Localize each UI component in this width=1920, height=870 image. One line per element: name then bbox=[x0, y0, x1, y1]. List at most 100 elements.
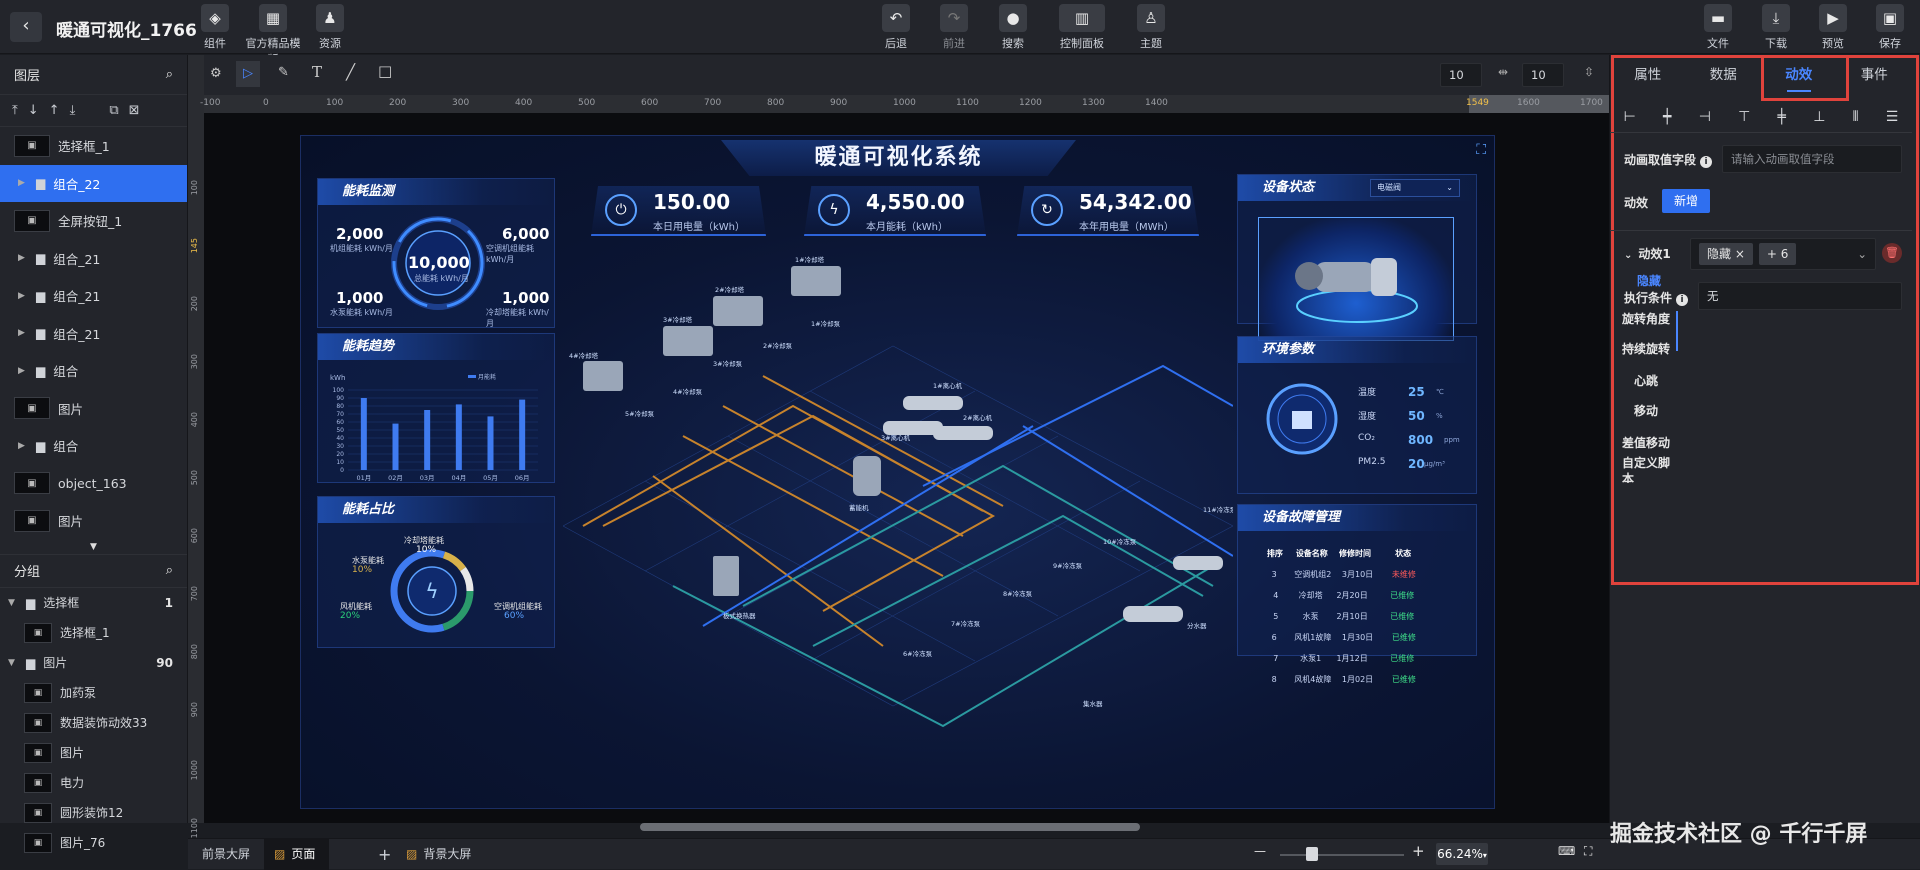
caret-right-icon[interactable]: ▶ bbox=[18, 441, 28, 451]
tag-hide[interactable]: 隐藏 × bbox=[1699, 243, 1753, 265]
group-item[interactable]: ▣ 圆形装饰12 bbox=[0, 798, 187, 828]
tab-data[interactable]: 数据 bbox=[1686, 55, 1762, 95]
align-bottom-icon[interactable]: ⊥ bbox=[1813, 109, 1825, 125]
zoom-out-icon[interactable]: — bbox=[1254, 844, 1266, 858]
layer-item[interactable]: ▣ 全屏按钮_1 bbox=[0, 202, 187, 240]
device-selection-frame[interactable] bbox=[1258, 217, 1454, 341]
caret-right-icon[interactable]: ▶ bbox=[18, 253, 28, 263]
tab-properties[interactable]: 属性 bbox=[1610, 55, 1686, 95]
control-panel-button[interactable]: ▥ 控制面板 bbox=[1052, 4, 1112, 51]
caret-right-icon[interactable]: ▶ bbox=[18, 178, 28, 188]
rect-tool-icon[interactable]: □ bbox=[378, 62, 392, 80]
layer-item[interactable]: ▶ ▆ 组合_21 bbox=[0, 315, 187, 353]
group-item[interactable]: ▣ 数据装饰动效33 bbox=[0, 708, 187, 738]
tab-background[interactable]: ▨ 背景大屏 bbox=[392, 839, 485, 870]
zoom-slider-handle[interactable] bbox=[1306, 847, 1318, 861]
move-down-icon[interactable]: ↓ bbox=[28, 103, 39, 118]
device-select[interactable]: 电磁阀 ⌄ bbox=[1370, 179, 1460, 197]
tab-events[interactable]: 事件 bbox=[1837, 55, 1913, 95]
align-left-icon[interactable]: ⊢ bbox=[1624, 109, 1636, 125]
condition-input[interactable]: 无 bbox=[1698, 282, 1902, 310]
tab-animation[interactable]: 动效 bbox=[1761, 55, 1849, 101]
layer-item[interactable]: ▶ ▆ 组合_22 bbox=[0, 164, 187, 202]
effect-option[interactable]: 自定义脚本 bbox=[1622, 455, 1670, 483]
keyboard-icon[interactable]: ⌨ bbox=[1558, 844, 1575, 858]
group-item[interactable]: ▣ 图片_76 bbox=[0, 828, 187, 858]
layer-item[interactable]: ▶ ▆ 组合 bbox=[0, 352, 187, 390]
caret-right-icon[interactable]: ▶ bbox=[18, 366, 28, 376]
resource-button[interactable]: ♟ 资源 bbox=[300, 4, 360, 51]
layer-item[interactable]: ▶ ▆ 组合_21 bbox=[0, 277, 187, 315]
settings-icon[interactable]: ⚙ bbox=[210, 66, 222, 81]
layer-item[interactable]: ▶ ▆ 组合_21 bbox=[0, 240, 187, 278]
add-effect-button[interactable]: 新增 bbox=[1662, 189, 1710, 213]
effect-option[interactable]: 隐藏 bbox=[1637, 272, 1661, 289]
table-row[interactable]: 7 水泵1 1月12日 已维修 bbox=[1254, 648, 1424, 669]
align-hcenter-icon[interactable]: ┿ bbox=[1663, 109, 1671, 125]
table-row[interactable]: 3 空调机组2 3月10日 未维修 bbox=[1254, 564, 1424, 585]
group-item[interactable]: ▣ 加药泵 bbox=[0, 678, 187, 708]
effect-option[interactable]: 旋转角度 bbox=[1622, 310, 1670, 327]
caret-right-icon[interactable]: ▶ bbox=[18, 291, 28, 301]
theme-button[interactable]: ♙ 主题 bbox=[1121, 4, 1181, 51]
zoom-slider[interactable] bbox=[1280, 854, 1404, 856]
line-tool-icon[interactable]: ╱ bbox=[346, 63, 355, 81]
group-icon[interactable]: ⧉ bbox=[109, 103, 118, 118]
preview-button[interactable]: ▶ 预览 bbox=[1803, 4, 1863, 51]
effect-option[interactable]: 持续旋转 bbox=[1622, 340, 1670, 357]
download-button[interactable]: ⤓ 下载 bbox=[1746, 4, 1806, 51]
height-input[interactable]: 10 bbox=[1522, 63, 1564, 87]
move-bottom-icon[interactable]: ⤓ bbox=[70, 103, 76, 118]
canvas[interactable]: 暖通可视化系统 ⛶ ⏻ 150.00 本日用电量（kWh） ϟ 4,550.00… bbox=[204, 113, 1609, 823]
tab-foreground[interactable]: 前景大屏 bbox=[188, 839, 264, 870]
search-button[interactable]: ● 搜索 bbox=[983, 4, 1043, 51]
effect-option[interactable]: 移动 bbox=[1634, 402, 1658, 419]
move-up-icon[interactable]: ↑ bbox=[49, 103, 60, 118]
align-top-icon[interactable]: ⊤ bbox=[1738, 109, 1750, 125]
vspace-icon[interactable]: ⇳ bbox=[1584, 65, 1594, 79]
layer-item[interactable]: ▣ 图片 bbox=[0, 502, 187, 540]
distribute-h-icon[interactable]: ⫴ bbox=[1853, 109, 1859, 125]
component-button[interactable]: ◈ 组件 bbox=[185, 4, 245, 51]
tab-page[interactable]: ▨ 页面 bbox=[264, 839, 330, 870]
redo-button[interactable]: ↷ 前进 bbox=[924, 4, 984, 51]
pen-tool-icon[interactable]: ✎ bbox=[278, 65, 289, 80]
group-search-icon[interactable]: ⌕ bbox=[166, 563, 173, 578]
group-item[interactable]: ▼ ▆ 图片 90 bbox=[0, 648, 187, 678]
zoom-in-icon[interactable]: + bbox=[1412, 842, 1425, 860]
back-button[interactable]: ‹ bbox=[10, 12, 42, 42]
close-icon[interactable]: × bbox=[1735, 247, 1745, 261]
group-item[interactable]: ▣ 选择框_1 bbox=[0, 618, 187, 648]
caret-down-icon[interactable]: ▼ bbox=[8, 598, 18, 608]
effect1-select[interactable]: 隐藏 × + 6 ⌄ bbox=[1690, 238, 1876, 270]
layer-item[interactable]: ▶ ▆ 组合 bbox=[0, 427, 187, 465]
width-input[interactable]: 10 bbox=[1440, 63, 1482, 87]
layer-item[interactable]: ▣ 图片 bbox=[0, 390, 187, 428]
group-item[interactable]: ▣ 图片 bbox=[0, 738, 187, 768]
table-row[interactable]: 5 水泵 2月10日 已维修 bbox=[1254, 606, 1424, 627]
hspace-icon[interactable]: ⇹ bbox=[1498, 65, 1508, 79]
fullscreen-icon[interactable]: ⛶ bbox=[1476, 142, 1486, 158]
layer-search-icon[interactable]: ⌕ bbox=[166, 67, 173, 82]
dashboard-screen[interactable]: 暖通可视化系统 ⛶ ⏻ 150.00 本日用电量（kWh） ϟ 4,550.00… bbox=[300, 135, 1495, 809]
collapse-icon[interactable]: ▼ bbox=[0, 540, 187, 554]
align-vcenter-icon[interactable]: ╪ bbox=[1778, 109, 1786, 125]
table-row[interactable]: 4 冷却塔 2月20日 已维修 bbox=[1254, 585, 1424, 606]
save-button[interactable]: ▣ 保存 bbox=[1860, 4, 1920, 51]
distribute-v-icon[interactable]: ☰ bbox=[1886, 109, 1899, 125]
delete-effect-button[interactable]: 🗑 bbox=[1882, 243, 1902, 263]
move-top-icon[interactable]: ⤒ bbox=[12, 103, 18, 118]
tag-more[interactable]: + 6 bbox=[1758, 243, 1797, 265]
align-right-icon[interactable]: ⊣ bbox=[1699, 109, 1711, 125]
ungroup-icon[interactable]: ⊠ bbox=[129, 103, 140, 118]
caret-right-icon[interactable]: ▶ bbox=[18, 328, 28, 338]
fit-screen-icon[interactable]: ⛶ bbox=[1584, 844, 1592, 859]
layer-item[interactable]: ▣ object_163 bbox=[0, 465, 187, 503]
layer-item[interactable]: ▣ 选择框_1 bbox=[0, 127, 187, 165]
effect-option[interactable]: 心跳 bbox=[1634, 372, 1658, 389]
group-item[interactable]: ▣ 电力 bbox=[0, 768, 187, 798]
horizontal-scrollbar[interactable] bbox=[640, 823, 1140, 831]
text-tool-icon[interactable]: T bbox=[312, 63, 322, 81]
zoom-value[interactable]: 66.24%▾ bbox=[1436, 843, 1488, 865]
undo-button[interactable]: ↶ 后退 bbox=[866, 4, 926, 51]
